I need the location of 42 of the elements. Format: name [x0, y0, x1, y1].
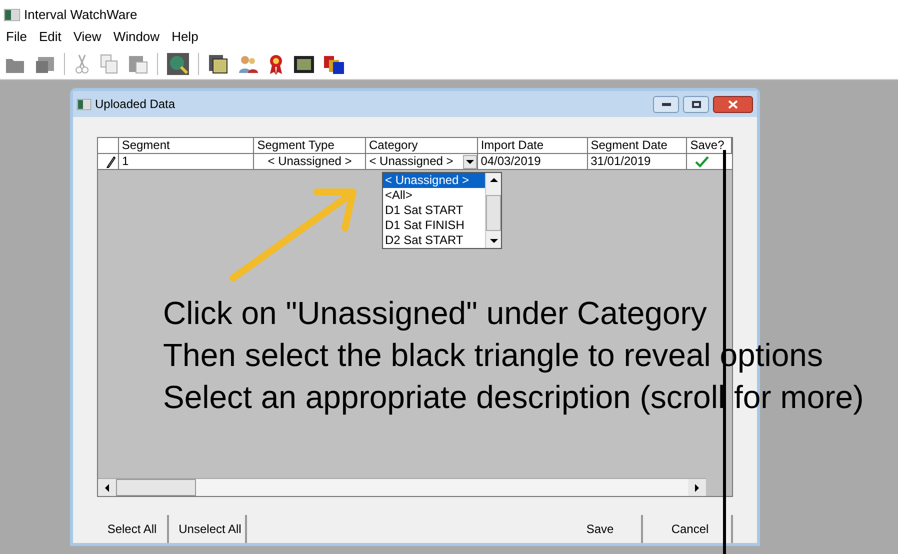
column-header[interactable]: Segment [118, 138, 254, 153]
dialog-title: Uploaded Data [95, 96, 176, 113]
instruction-text: Click on "Unassigned" under Category [163, 294, 708, 333]
dropdown-option[interactable]: <All> [383, 188, 485, 203]
dropdown-field[interactable]: < Unassigned > [366, 154, 478, 169]
close-button[interactable] [713, 96, 753, 112]
column-header[interactable]: Segment Date [588, 138, 688, 153]
dropdown-option[interactable]: D1 Sat START [383, 203, 485, 218]
scroll-right-button[interactable] [688, 479, 706, 496]
table-cell: 04/03/2019 [478, 154, 588, 169]
menu-item[interactable]: Window [113, 27, 160, 47]
menu-item[interactable]: Help [172, 27, 198, 47]
globe-magnifier-icon[interactable] [166, 52, 190, 76]
column-header[interactable]: Import Date [478, 138, 588, 153]
scroll-thumb[interactable] [116, 479, 196, 496]
dropdown-option[interactable]: D2 Sat START [383, 233, 485, 248]
menu-item[interactable]: View [73, 27, 102, 47]
down-triangle-icon [490, 239, 498, 243]
table-cell: < Unassigned > [254, 154, 366, 169]
window-title: Interval WatchWare [24, 6, 138, 24]
dropdown-option[interactable]: < Unassigned > [383, 173, 485, 188]
column-header[interactable]: Segment Type [254, 138, 366, 153]
window-icon [77, 98, 91, 110]
scroll-thumb[interactable] [486, 195, 501, 231]
stack-icon[interactable] [207, 52, 229, 74]
menu-item[interactable]: File [6, 27, 27, 47]
column-header[interactable]: Category [366, 138, 478, 153]
restore-button[interactable] [683, 96, 709, 112]
table-cell: 1 [118, 154, 254, 169]
scroll-left-button[interactable] [98, 479, 116, 496]
up-triangle-icon [490, 178, 498, 182]
instruction-text: Select an appropriate description (scroll for more) [163, 378, 864, 417]
dropdown-option[interactable]: D1 Sat FINISH [383, 218, 485, 233]
app-icon [4, 9, 20, 21]
ribbon-icon[interactable] [267, 52, 285, 74]
right-triangle-icon [694, 484, 700, 492]
menu-item[interactable]: Edit [38, 27, 62, 47]
checkmark-icon[interactable] [695, 156, 710, 168]
minimize-button[interactable] [653, 96, 679, 112]
table-cell: 31/01/2019 [588, 154, 688, 169]
left-triangle-icon [104, 484, 110, 492]
close-icon [728, 100, 738, 108]
